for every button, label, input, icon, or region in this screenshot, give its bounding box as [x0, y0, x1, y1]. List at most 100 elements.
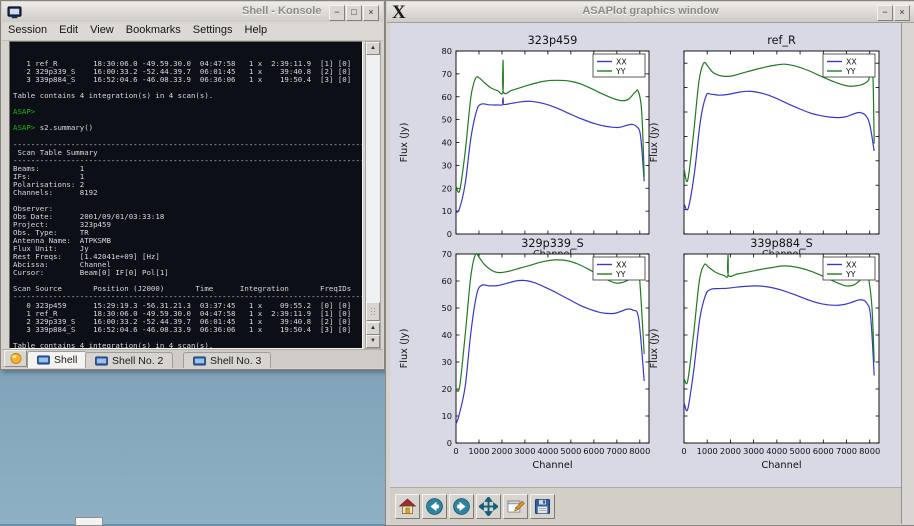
konsole-titlebar[interactable]: Shell - Konsole −□×: [2, 2, 383, 23]
legend-label: YY: [845, 67, 856, 76]
legend-label: XX: [616, 260, 627, 269]
x-tick-label: 7000: [606, 446, 627, 456]
subplot-ref_R: Channelref_RFlux (Jy)XXYY: [649, 34, 879, 260]
home-icon: [398, 497, 417, 516]
x-tick-label: 5000: [790, 446, 811, 456]
x-tick-label: 0: [681, 446, 686, 456]
terminal[interactable]: 1 ref_R 18:30:06.0 -49.59.30.0 04:47:58 …: [9, 41, 363, 349]
x-tick-label: 4000: [537, 446, 558, 456]
terminal-line: 3 339p884_S 16:52:04.6 -46.08.33.9 06:36…: [13, 76, 362, 84]
scroll-up-icon[interactable]: ▲: [366, 42, 380, 55]
tab-shell-no-3[interactable]: Shell No. 3: [183, 352, 271, 368]
save-button[interactable]: [530, 494, 555, 519]
terminal-text: 1 ref_R 18:30:06.0 -49.59.30.0 04:47:58 …: [13, 60, 362, 349]
forward-icon: [452, 497, 471, 516]
x-axis-label: Channel: [761, 460, 801, 471]
asaplot-window: X ASAPlot graphics window −× Channel 0 10 2…: [385, 0, 914, 526]
scroll-up-icon[interactable]: ▲: [366, 322, 380, 335]
home-button[interactable]: [395, 494, 420, 519]
legend-label: YY: [615, 67, 626, 76]
x-tick-label: 8000: [629, 446, 650, 456]
y-tick-label: 50: [441, 303, 452, 313]
terminal-line: ASAP>: [13, 108, 362, 116]
y-tick-label: 0: [447, 229, 452, 239]
subplot-title: 339p884_S: [750, 237, 813, 250]
terminal-line: Table contains 4 integration(s) in 4 sca…: [13, 92, 362, 100]
menu-bookmarks[interactable]: Bookmarks: [120, 22, 187, 36]
legend-label: YY: [615, 270, 626, 279]
shell-tab-icon: [37, 355, 50, 365]
subplot-323p459: Channel01020304050607080323p459Flux (Jy)…: [399, 34, 649, 260]
y-axis-label: Flux (Jy): [399, 123, 410, 163]
y-tick-label: 60: [441, 276, 452, 286]
menu-help[interactable]: Help: [239, 22, 274, 36]
y-axis-label: Flux (Jy): [399, 329, 410, 369]
menu-settings[interactable]: Settings: [187, 22, 239, 36]
plot-toolbar: [390, 487, 901, 524]
x-tick-label: 2000: [720, 446, 741, 456]
y-tick-label: 70: [441, 69, 452, 79]
close-button[interactable]: ×: [894, 5, 910, 21]
terminal-line: Channels: 8192: [13, 189, 362, 197]
minimize-button[interactable]: −: [329, 5, 345, 21]
subplot-title: 329p339_S: [521, 237, 584, 250]
y-tick-label: 0: [447, 438, 452, 448]
scrollbar-thumb[interactable]: [366, 302, 380, 321]
menu-edit[interactable]: Edit: [53, 22, 84, 36]
subplot-329p339_S: 0100020003000400050006000700080000102030…: [399, 237, 650, 471]
x-tick-label: 6000: [583, 446, 604, 456]
y-axis-label: Flux (Jy): [649, 123, 660, 163]
tab-shell-no-2[interactable]: Shell No. 2: [85, 352, 173, 368]
terminal-line: 3 339p884_S 16:52:04.6 -46.08.33.9 06:36…: [13, 326, 362, 334]
figure[interactable]: Channel01020304050607080323p459Flux (Jy)…: [390, 23, 901, 487]
menu-view[interactable]: View: [84, 22, 120, 36]
y-tick-label: 70: [441, 249, 452, 259]
shell-tab-icon: [193, 356, 206, 366]
y-tick-label: 80: [441, 46, 452, 56]
x-tick-label: 2000: [491, 446, 512, 456]
scroll-down-icon[interactable]: ▼: [366, 335, 380, 348]
x-tick-label: 1000: [697, 446, 718, 456]
x-tick-label: 1000: [468, 446, 489, 456]
terminal-scrollbar[interactable]: ▲ ▲ ▼: [365, 41, 381, 349]
x-tick-label: 3000: [743, 446, 764, 456]
y-tick-label: 10: [441, 411, 452, 421]
asaplot-right-frame: [901, 23, 914, 524]
asaplot-titlebar[interactable]: X ASAPlot graphics window −×: [387, 2, 914, 23]
konsole-window-title: Shell - Konsole: [242, 5, 321, 17]
menu-session[interactable]: Session: [2, 22, 53, 36]
x-tick-label: 4000: [766, 446, 787, 456]
new-session-button[interactable]: [4, 350, 27, 367]
figure-canvas[interactable]: Channel01020304050607080323p459Flux (Jy)…: [390, 23, 901, 487]
shell-tab-icon: [95, 356, 108, 366]
pan-button[interactable]: [476, 494, 501, 519]
back-button[interactable]: [422, 494, 447, 519]
minimize-button[interactable]: −: [877, 5, 893, 21]
konsole-app-icon: [7, 5, 22, 20]
maximize-button[interactable]: □: [346, 5, 362, 21]
x-axis-label: Channel: [532, 460, 572, 471]
terminal-line: Table contains 4 integration(s) in 4 sca…: [13, 342, 362, 349]
edit-icon: [506, 497, 525, 516]
subplot-title: 323p459: [528, 34, 578, 47]
x-tick-label: 5000: [560, 446, 581, 456]
x11-app-icon: X: [392, 2, 406, 23]
y-tick-label: 40: [441, 138, 452, 148]
x-tick-label: 8000: [859, 446, 880, 456]
save-icon: [533, 497, 552, 516]
subplot-config-button[interactable]: [503, 494, 528, 519]
y-tick-label: 50: [441, 115, 452, 125]
konsole-menu-bar: SessionEditViewBookmarksSettingsHelp: [2, 22, 383, 41]
x-tick-label: 7000: [836, 446, 857, 456]
terminal-line: [13, 197, 362, 205]
tab-label: Shell No. 2: [112, 355, 163, 367]
legend-label: XX: [846, 260, 857, 269]
forward-button[interactable]: [449, 494, 474, 519]
legend-label: XX: [616, 57, 627, 66]
tab-label: Shell: [54, 354, 77, 366]
y-axis-label: Flux (Jy): [649, 329, 660, 369]
terminal-line: Cursor: Beam[0] IF[0] Pol[1]: [13, 269, 362, 277]
tab-shell[interactable]: Shell: [27, 351, 87, 368]
close-button[interactable]: ×: [363, 5, 379, 21]
y-tick-label: 20: [441, 384, 452, 394]
